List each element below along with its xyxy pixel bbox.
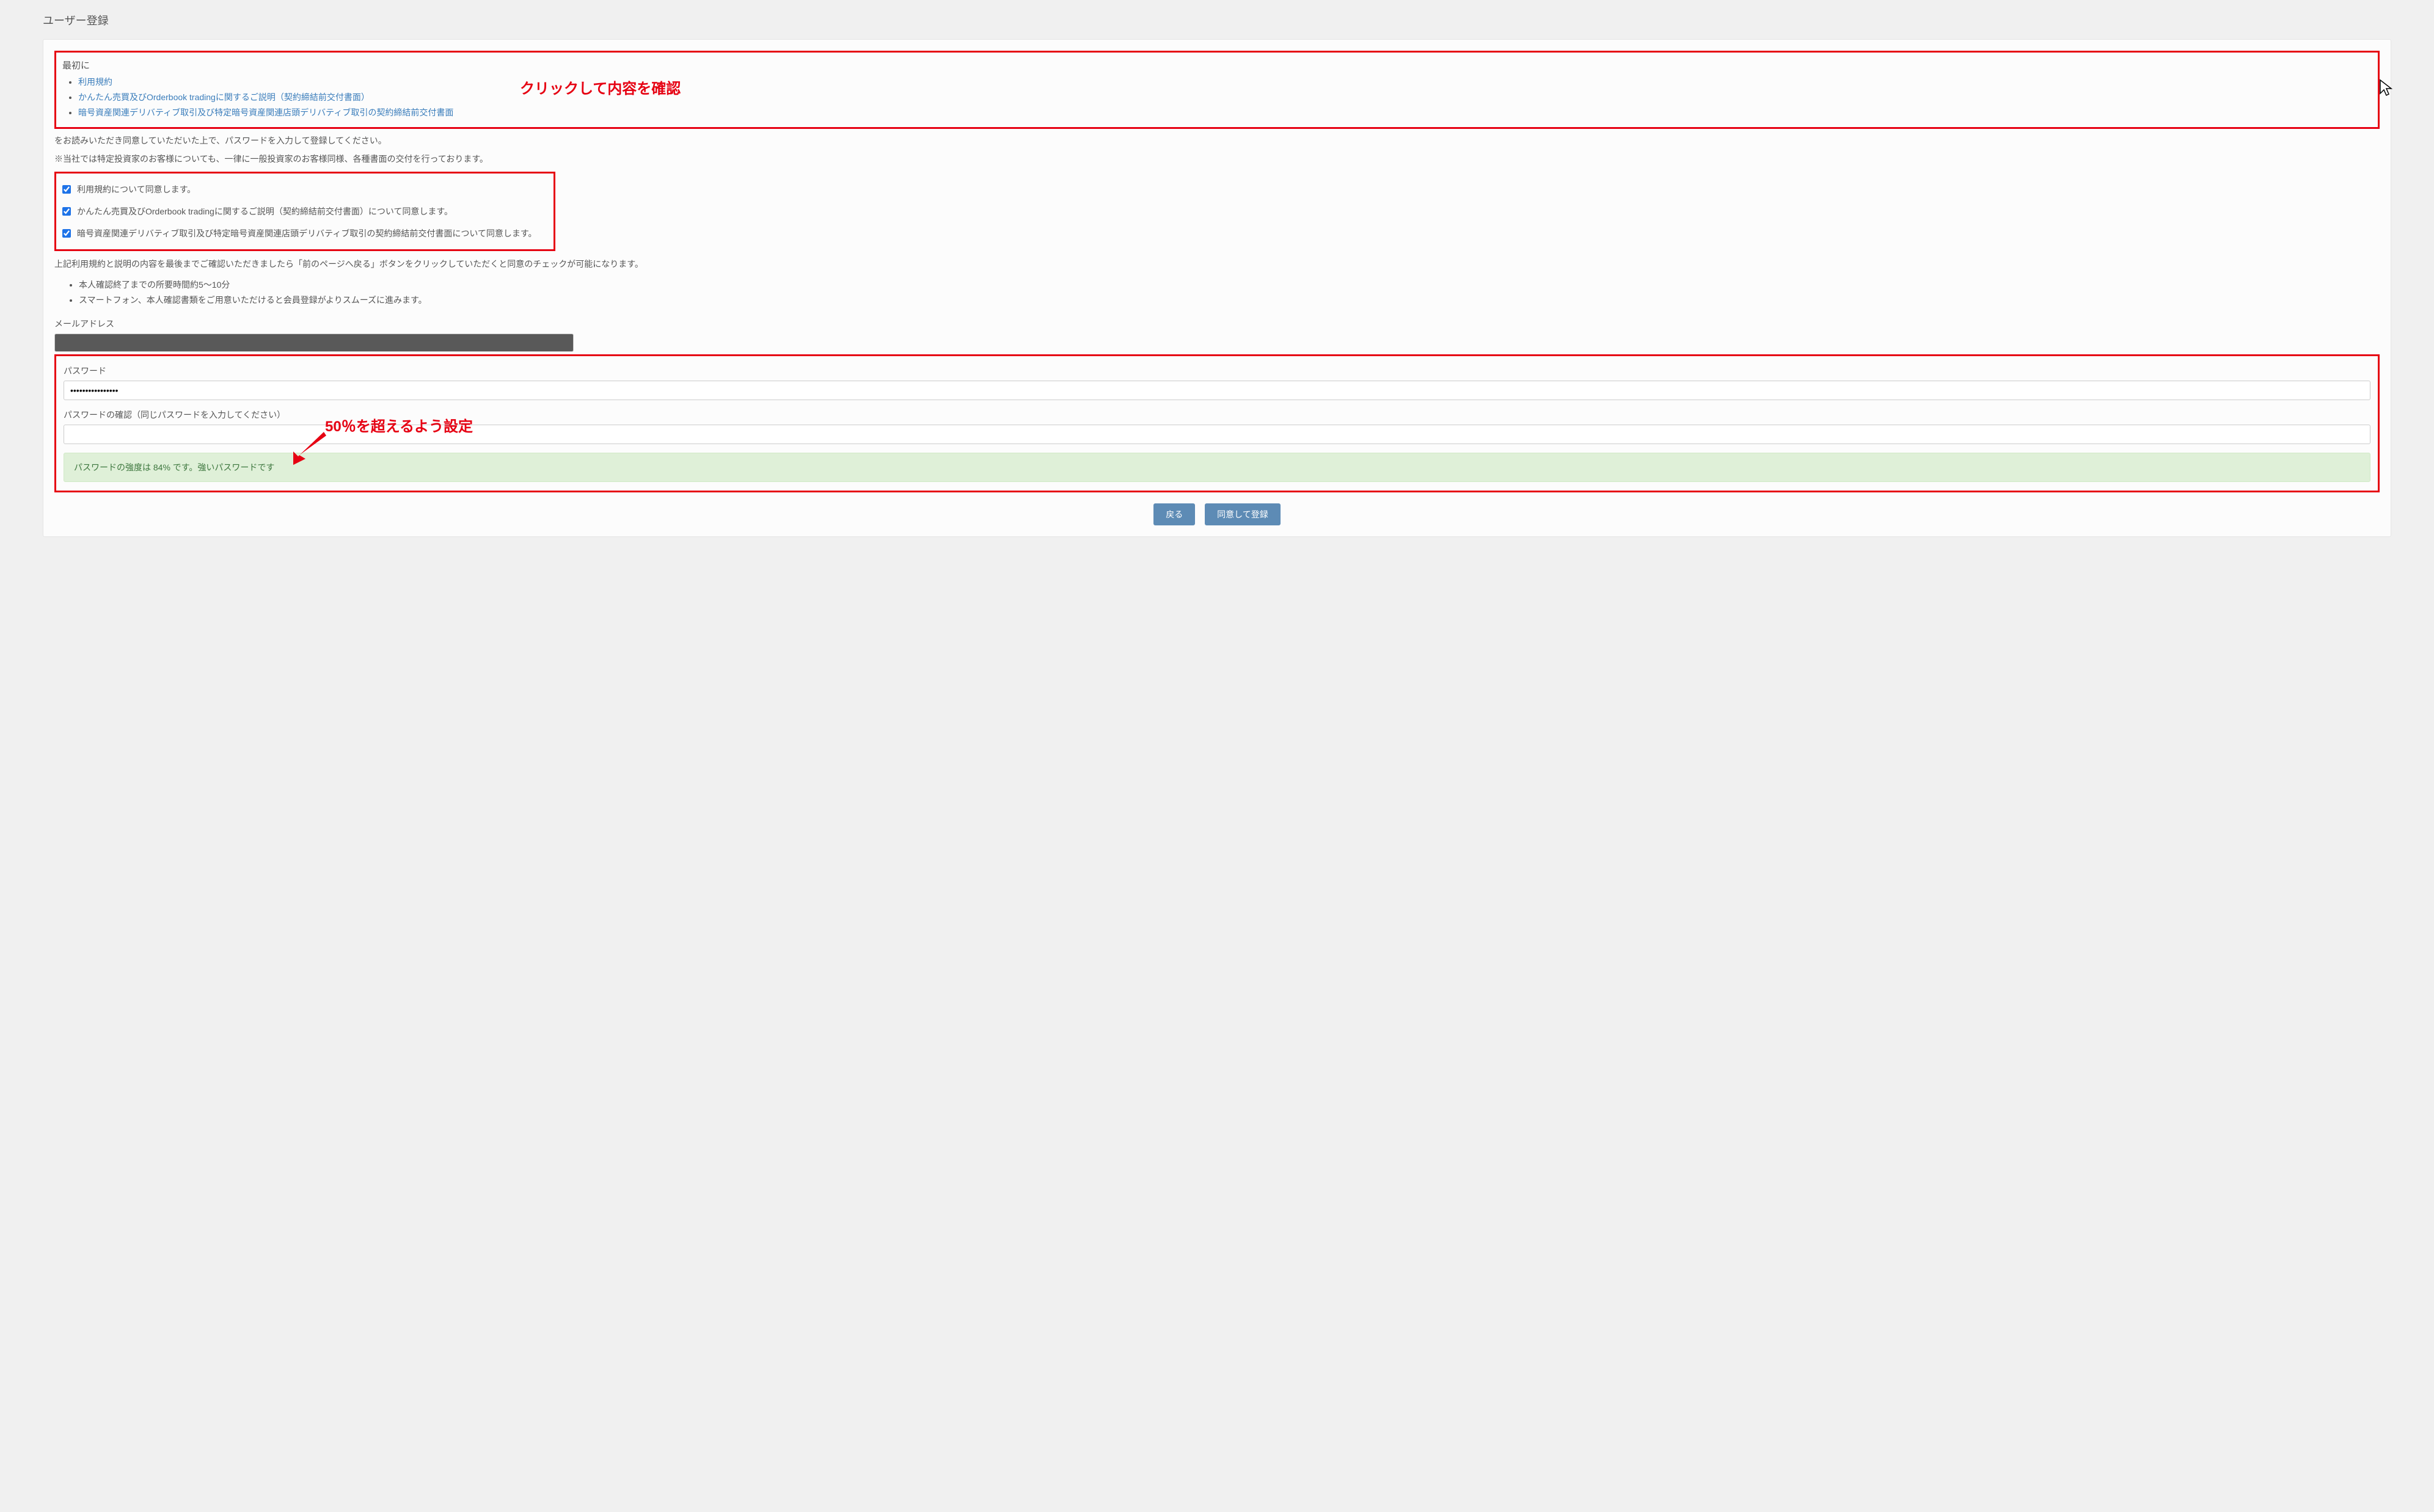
checkbox-derivative[interactable] [62,229,71,238]
consent-row-terms: 利用規約について同意します。 [62,178,547,200]
link-derivative-doc[interactable]: 暗号資産関連デリバティブ取引及び特定暗号資産関連店頭デリバティブ取引の契約締結前… [78,108,453,117]
consent-label-orderbook: かんたん売買及びOrderbook tradingに関するご説明（契約締結前交付… [77,205,453,217]
password-strength-bar: パスワードの強度は 84% です。強いパスワードです [64,453,2370,482]
email-field[interactable] [54,334,574,352]
annotation-strength-target: 50％を超えるよう設定 [325,414,473,436]
intro-paragraph-1: をお読みいただき同意していただいた上で、パスワードを入力して登録してください。 [54,134,2380,147]
note-smartphone: スマートフォン、本人確認書類をご用意いただけると会員登録がよりスムーズに進みます… [79,293,2380,308]
link-terms[interactable]: 利用規約 [78,77,112,87]
annotation-click-to-confirm: クリックして内容を確認 [520,76,681,98]
consent-label-terms: 利用規約について同意します。 [77,183,196,195]
intro-paragraph-2: ※当社では特定投資家のお客様についても、一律に一般投資家のお客様同様、各種書面の… [54,152,2380,166]
document-link-list: 利用規約 かんたん売買及びOrderbook tradingに関するご説明（契約… [62,75,2372,121]
checkbox-terms[interactable] [62,185,71,194]
checkbox-orderbook[interactable] [62,207,71,216]
button-row: 戻る 同意して登録 [54,503,2380,525]
arrow-down-left-icon [282,432,331,469]
consent-row-derivative: 暗号資産関連デリバティブ取引及び特定暗号資産関連店頭デリバティブ取引の契約締結前… [62,222,547,244]
password-label: パスワード [64,365,2370,377]
registration-panel: 最初に 利用規約 かんたん売買及びOrderbook tradingに関するご説… [43,39,2391,537]
consent-instruction: 上記利用規約と説明の内容を最後までご確認いただきましたら「前のページへ戻る」ボタ… [54,257,2380,271]
submit-button[interactable]: 同意して登録 [1205,503,1281,525]
note-duration: 本人確認終了までの所要時間約5〜10分 [79,277,2380,293]
consent-row-orderbook: かんたん売買及びOrderbook tradingに関するご説明（契約締結前交付… [62,200,547,222]
link-orderbook-doc[interactable]: かんたん売買及びOrderbook tradingに関するご説明（契約締結前交付… [78,92,370,102]
intro-documents-box: 最初に 利用規約 かんたん売買及びOrderbook tradingに関するご説… [54,51,2380,129]
page-title: ユーザー登録 [43,12,2391,28]
password-input[interactable] [64,381,2370,400]
notes-list: 本人確認終了までの所要時間約5〜10分 スマートフォン、本人確認書類をご用意いた… [54,277,2380,308]
consent-label-derivative: 暗号資産関連デリバティブ取引及び特定暗号資産関連店頭デリバティブ取引の契約締結前… [77,227,537,239]
consent-checkboxes-box: 利用規約について同意します。 かんたん売買及びOrderbook trading… [54,172,555,251]
back-button[interactable]: 戻る [1153,503,1195,525]
intro-heading: 最初に [62,59,2372,71]
cursor-icon [2377,78,2396,98]
email-label: メールアドレス [54,318,2380,330]
password-section-box: パスワード パスワードの確認（同じパスワードを入力してください） 50％を超える… [54,354,2380,492]
